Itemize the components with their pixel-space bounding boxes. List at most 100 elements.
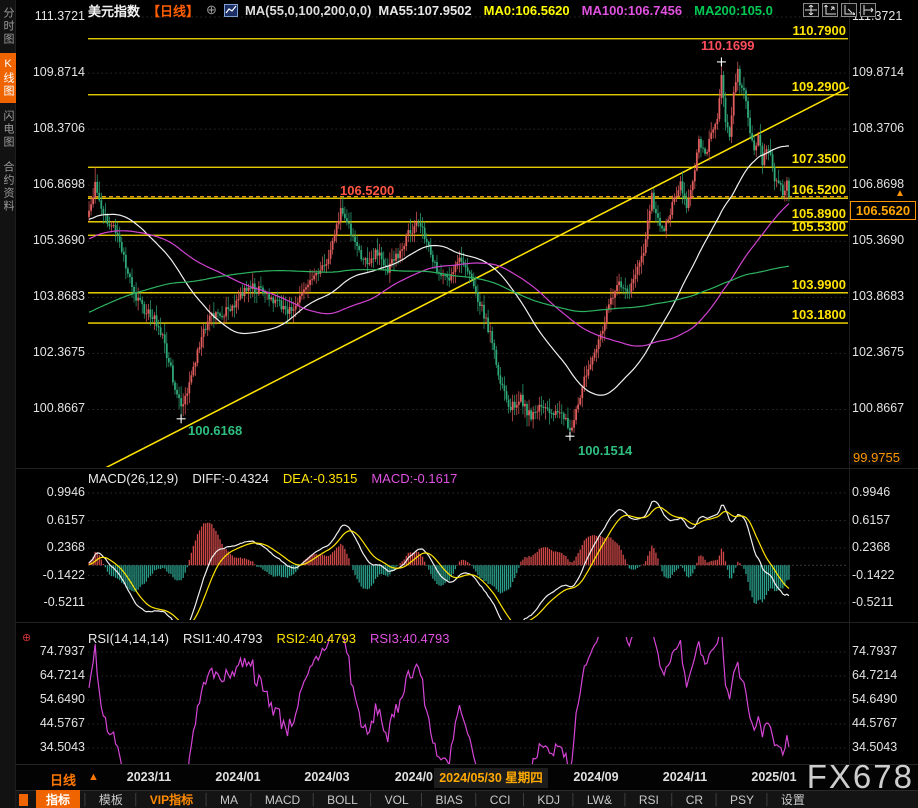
tab-BIAS[interactable]: BIAS [428,792,471,808]
rsi2-value: RSI2:40.4793 [276,631,356,646]
macd-diff-value: DIFF:-0.4324 [192,471,269,486]
price-axis-left-1: 109.8714 [14,65,85,79]
date-label-3: 2024/0 [387,770,433,784]
rsi-axis-left-4: 34.5043 [14,740,85,754]
rsi-axis-right-3: 44.5767 [852,716,897,730]
price-axis-right-7: 100.8667 [852,401,904,415]
indicator-tabs: 指标│模板│VIP指标│MA│MACD│BOLL│VOL│BIAS│CCI│KD… [36,790,813,808]
macd-title: MACD(26,12,9) [88,471,178,486]
period-tag[interactable]: 【日线】 [147,1,199,20]
level-label-7: 103.1800 [600,307,846,322]
indicator-toolbar: 指标│模板│VIP指标│MA│MACD│BOLL│VOL│BIAS│CCI│KD… [16,790,918,808]
level-label-6: 103.9900 [600,277,846,292]
pan-right-icon[interactable] [860,3,876,17]
rsi-axis-left-0: 74.7937 [14,644,85,658]
level-label-5: 105.5300 [600,219,846,234]
tab-divider: │ [248,794,255,806]
price-axis-right-6: 102.3675 [852,345,904,359]
level-label-1: 109.2900 [600,79,846,94]
date-label-2: 2024/03 [297,770,357,784]
tab-divider: │ [310,794,317,806]
symbol-title: 美元指数 [88,1,140,20]
tab-LW&[interactable]: LW& [579,792,620,808]
macd-axis-left-1: 0.6157 [14,513,85,527]
price-axis-left-6: 102.3675 [14,345,85,359]
macd-axis-left-3: -0.1422 [14,568,85,582]
tab-指标[interactable]: 指标 [36,790,80,808]
rsi-header: RSI(14,14,14) RSI1:40.4793 RSI2:40.4793 … [88,631,449,646]
add-overlay-icon[interactable]: ⊕ [206,2,217,18]
chart-header: 美元指数 【日线】 ⊕ MA(55,0,100,200,0,0) MA55:10… [88,0,773,20]
macd-axis-left-0: 0.9946 [14,485,85,499]
toolbar-handle-icon[interactable] [19,794,28,806]
tab-PSY[interactable]: PSY [722,792,762,808]
price-axis-right-4: 105.3690 [852,233,904,247]
level-label-0: 110.7900 [600,23,846,38]
macd-axis-right-1: 0.6157 [852,513,890,527]
price-axis-left-7: 100.8667 [14,401,85,415]
indicator-chart-icon[interactable] [224,4,238,17]
sep-low-label: 100.1514 [578,443,632,458]
price-axis-left-4: 105.3690 [14,233,85,247]
price-axis-left-5: 103.8683 [14,289,85,303]
scale-x-axis-icon[interactable] [841,3,857,17]
price-axis-right-1: 109.8714 [852,65,904,79]
macd-axis-right-0: 0.9946 [852,485,890,499]
ma-value-0: MA55:107.9502 [378,3,471,18]
date-label-4: 2024/09 [566,770,626,784]
macd-axis-left-4: -0.5211 [14,595,85,609]
move-icon[interactable] [803,3,819,17]
tab-模板[interactable]: 模板 [91,790,131,808]
price-axis-left-3: 106.8698 [14,177,85,191]
date-label-6: 2025/01 [744,770,804,784]
rsi-title: RSI(14,14,14) [88,631,169,646]
tab-divider: │ [570,794,577,806]
period-selector[interactable]: 日线 [50,770,76,789]
last-price-tag: 106.5620 [850,201,916,220]
tab-MA[interactable]: MA [212,792,246,808]
rsi-axis-left-1: 64.7214 [14,668,85,682]
tab-divider: │ [622,794,629,806]
time-axis[interactable]: 日线 ▲ 2023/112024/012024/032024/02024/092… [16,764,918,790]
ma-value-3: MA200:105.0 [694,3,773,18]
tab-VOL[interactable]: VOL [377,792,417,808]
tab-MACD[interactable]: MACD [257,792,308,808]
level-label-2: 107.3500 [600,151,846,166]
rsi1-value: RSI1:40.4793 [183,631,263,646]
tab-KDJ[interactable]: KDJ [529,792,568,808]
tab-CR[interactable]: CR [678,792,711,808]
price-axis-left-0: 111.3721 [14,9,85,23]
panel-divider [16,468,918,469]
watermark: FX678 [807,758,914,796]
macd-axis-right-2: 0.2368 [852,540,890,554]
tab-divider: │ [473,794,480,806]
rsi-axis-left-2: 54.6490 [14,692,85,706]
tab-divider: │ [368,794,375,806]
period-dropdown-arrow-icon[interactable]: ▲ [88,771,99,783]
tab-BOLL[interactable]: BOLL [319,792,366,808]
high-price-label: 110.1699 [701,38,755,53]
macd-hist-value: MACD:-0.1617 [371,471,457,486]
macd-dea-value: DEA:-0.3515 [283,471,357,486]
rsi3-value: RSI3:40.4793 [370,631,450,646]
ma-value-1: MA0:106.5620 [484,3,570,18]
tab-divider: │ [764,794,771,806]
price-up-arrow-icon: ▲ [895,188,905,199]
rsi-collapse-icon[interactable]: ⊕ [22,631,31,644]
date-label-1: 2024/01 [208,770,268,784]
chart-window: 分时图K线图闪电图合约资料 美元指数 【日线】 ⊕ MA(55,0,100,20… [0,0,918,808]
tab-CCI[interactable]: CCI [482,792,519,808]
macd-header: MACD(26,12,9) DIFF:-0.4324 DEA:-0.3515 M… [88,471,457,486]
price-axis-left-2: 108.3706 [14,121,85,135]
price-chart-canvas[interactable] [0,0,918,808]
tab-divider: │ [82,794,89,806]
tab-VIP指标[interactable]: VIP指标 [142,790,201,808]
april-high-label: 106.5200 [340,183,394,198]
rsi-axis-left-3: 44.5767 [14,716,85,730]
tab-divider: │ [203,794,210,806]
scale-y-axis-icon[interactable] [822,3,838,17]
tab-RSI[interactable]: RSI [631,792,667,808]
tab-divider: │ [520,794,527,806]
ma-definition: MA(55,0,100,200,0,0) [245,3,371,18]
macd-axis-left-2: 0.2368 [14,540,85,554]
